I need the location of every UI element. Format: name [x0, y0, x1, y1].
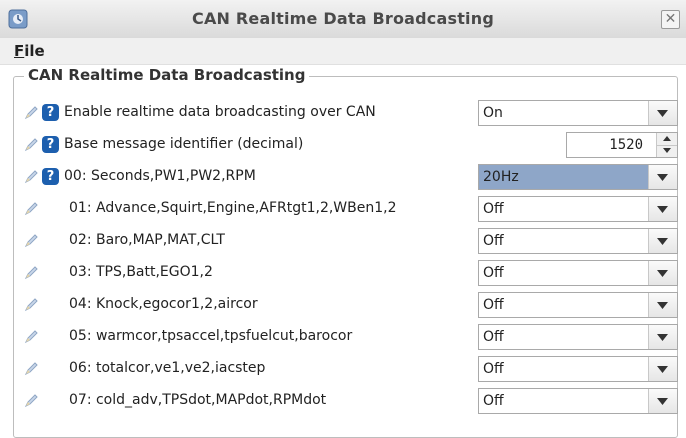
- dropdown-value: Off: [483, 361, 504, 377]
- setting-label: 05: warmcor,tpsaccel,tpsfuelcut,barocor: [69, 328, 353, 344]
- dropdown-select[interactable]: On: [478, 100, 678, 126]
- window-title: CAN Realtime Data Broadcasting: [192, 9, 494, 28]
- pencil-icon[interactable]: [24, 329, 39, 344]
- close-icon[interactable]: ✕: [661, 10, 680, 29]
- setting-row: ? 00: Seconds,PW1,PW2,RPM 20Hz: [0, 161, 686, 193]
- setting-label: 03: TPS,Batt,EGO1,2: [69, 264, 213, 280]
- help-icon[interactable]: ?: [42, 104, 59, 121]
- dropdown-select[interactable]: Off: [478, 196, 678, 222]
- chevron-down-icon[interactable]: [648, 101, 677, 125]
- dropdown-value: Off: [483, 233, 504, 249]
- dropdown-value: Off: [483, 265, 504, 281]
- menu-bar: File: [0, 38, 686, 65]
- dropdown-value: On: [483, 105, 503, 121]
- chevron-down-icon[interactable]: [648, 165, 677, 189]
- panel-legend: CAN Realtime Data Broadcasting: [24, 66, 310, 84]
- setting-row: 04: Knock,egocor1,2,aircor Off: [0, 289, 686, 321]
- pencil-icon[interactable]: [24, 393, 39, 408]
- setting-label: 06: totalcor,ve1,ve2,iacstep: [69, 360, 266, 376]
- help-icon[interactable]: ?: [42, 136, 59, 153]
- title-bar: CAN Realtime Data Broadcasting ✕: [0, 0, 686, 39]
- pencil-icon[interactable]: [24, 137, 39, 152]
- setting-label: 07: cold_adv,TPSdot,MAPdot,RPMdot: [69, 392, 327, 408]
- dropdown-select[interactable]: Off: [478, 228, 678, 254]
- dropdown-value: Off: [483, 329, 504, 345]
- menu-file[interactable]: File: [14, 42, 45, 60]
- spinner-buttons: [656, 133, 677, 157]
- pencil-icon[interactable]: [24, 233, 39, 248]
- pencil-icon[interactable]: [24, 169, 39, 184]
- dropdown-select[interactable]: Off: [478, 388, 678, 414]
- chevron-down-icon[interactable]: [648, 357, 677, 381]
- spinner-down-icon[interactable]: [657, 145, 677, 157]
- menu-file-mnemonic: F: [14, 42, 25, 60]
- chevron-down-icon[interactable]: [648, 389, 677, 413]
- spinner-value[interactable]: 1520: [609, 137, 643, 153]
- chevron-down-icon[interactable]: [648, 197, 677, 221]
- dropdown-select[interactable]: Off: [478, 356, 678, 382]
- dropdown-select[interactable]: Off: [478, 260, 678, 286]
- help-icon[interactable]: ?: [42, 168, 59, 185]
- menu-file-label: ile: [24, 42, 45, 60]
- pencil-icon[interactable]: [24, 361, 39, 376]
- dropdown-select[interactable]: Off: [478, 324, 678, 350]
- setting-row: 07: cold_adv,TPSdot,MAPdot,RPMdot Off: [0, 385, 686, 417]
- setting-label: Enable realtime data broadcasting over C…: [64, 104, 376, 120]
- dropdown-select[interactable]: 20Hz: [478, 164, 678, 190]
- setting-row: 06: totalcor,ve1,ve2,iacstep Off: [0, 353, 686, 385]
- chevron-down-icon[interactable]: [648, 229, 677, 253]
- setting-row: 03: TPS,Batt,EGO1,2 Off: [0, 257, 686, 289]
- dropdown-value: Off: [483, 297, 504, 313]
- dropdown-value: 20Hz: [483, 169, 519, 185]
- setting-row: ? Enable realtime data broadcasting over …: [0, 97, 686, 129]
- setting-label: 04: Knock,egocor1,2,aircor: [69, 296, 258, 312]
- setting-row: 05: warmcor,tpsaccel,tpsfuelcut,barocor O…: [0, 321, 686, 353]
- chevron-down-icon[interactable]: [648, 293, 677, 317]
- setting-row: ? Base message identifier (decimal) 1520: [0, 129, 686, 161]
- chevron-down-icon[interactable]: [648, 325, 677, 349]
- pencil-icon[interactable]: [24, 201, 39, 216]
- dropdown-value: Off: [483, 393, 504, 409]
- setting-row: 02: Baro,MAP,MAT,CLT Off: [0, 225, 686, 257]
- pencil-icon[interactable]: [24, 265, 39, 280]
- setting-label: 01: Advance,Squirt,Engine,AFRtgt1,2,WBen…: [69, 200, 397, 216]
- dropdown-select[interactable]: Off: [478, 292, 678, 318]
- setting-label: 02: Baro,MAP,MAT,CLT: [69, 232, 225, 248]
- chevron-down-icon[interactable]: [648, 261, 677, 285]
- setting-label: 00: Seconds,PW1,PW2,RPM: [64, 168, 256, 184]
- number-spinner[interactable]: 1520: [566, 132, 678, 158]
- pencil-icon[interactable]: [24, 297, 39, 312]
- pencil-icon[interactable]: [24, 105, 39, 120]
- dropdown-value: Off: [483, 201, 504, 217]
- setting-label: Base message identifier (decimal): [64, 136, 304, 152]
- setting-row: 01: Advance,Squirt,Engine,AFRtgt1,2,WBen…: [0, 193, 686, 225]
